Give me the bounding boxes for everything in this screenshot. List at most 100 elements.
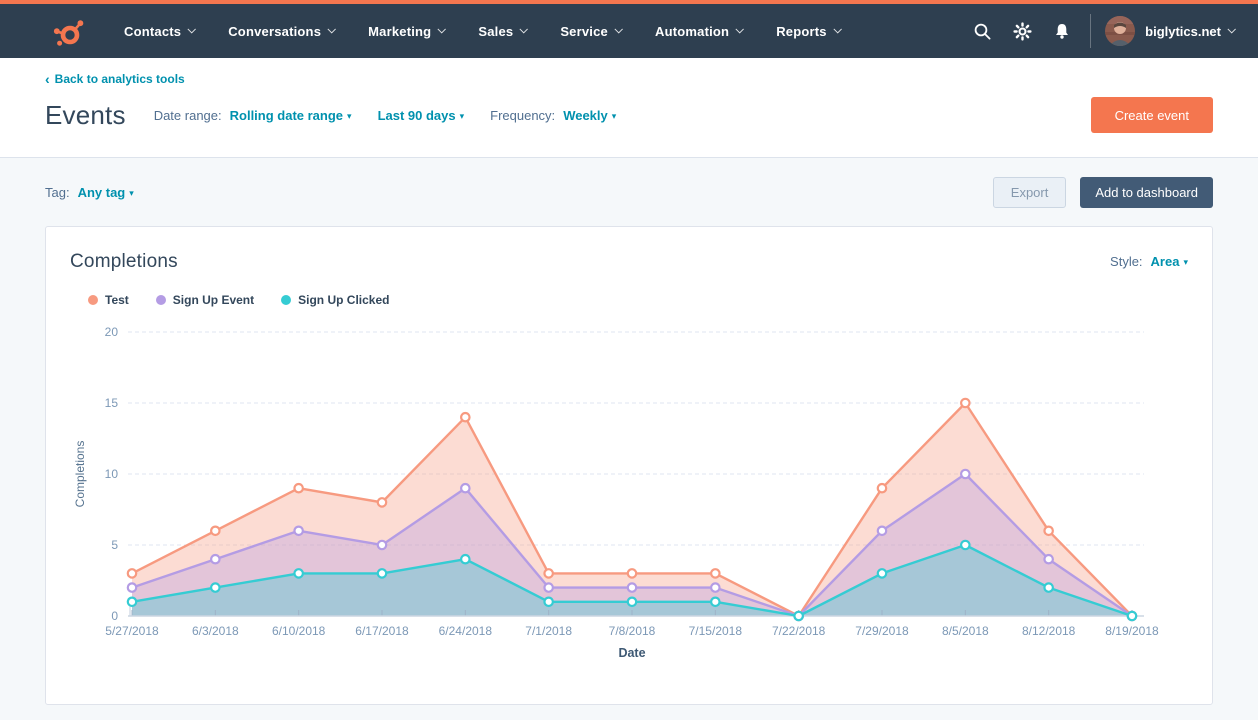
search-icon [973,22,992,41]
data-point[interactable] [878,484,886,492]
data-point[interactable] [628,583,636,591]
data-point[interactable] [211,583,219,591]
search-button[interactable] [962,11,1002,51]
data-point[interactable] [378,569,386,577]
page-title: Events [45,100,126,131]
y-axis-tick-label: 15 [105,396,119,410]
data-point[interactable] [1044,583,1052,591]
data-point[interactable] [128,598,136,606]
data-point[interactable] [711,583,719,591]
y-axis-title: Completions [73,441,87,508]
caret-down-icon: ▾ [347,111,352,121]
date-range-label: Date range: [154,108,222,123]
tag-dropdown[interactable]: Any tag▾ [78,185,134,200]
frequency-label: Frequency: [490,108,555,123]
legend-dot [281,295,291,305]
data-point[interactable] [461,484,469,492]
completions-chart-svg: 051015205/27/20186/3/20186/10/20186/17/2… [70,315,1188,667]
completions-chart[interactable]: 051015205/27/20186/3/20186/10/20186/17/2… [70,315,1188,672]
chevron-down-icon [736,25,744,33]
nav-item-automation[interactable]: Automation [655,24,742,39]
data-point[interactable] [878,569,886,577]
caret-down-icon: ▾ [612,111,617,121]
data-point[interactable] [1044,527,1052,535]
nav-item-contacts[interactable]: Contacts [124,24,194,39]
x-axis-tick-label: 5/27/2018 [105,624,159,638]
data-point[interactable] [378,541,386,549]
hubspot-logo[interactable] [48,11,88,51]
data-point[interactable] [878,527,886,535]
legend-dot [88,295,98,305]
page-header: ‹ Back to analytics tools Events Date ra… [0,58,1258,158]
add-to-dashboard-button[interactable]: Add to dashboard [1080,177,1213,208]
data-point[interactable] [1128,612,1136,620]
data-point[interactable] [711,569,719,577]
data-point[interactable] [628,598,636,606]
data-point[interactable] [544,569,552,577]
caret-down-icon: ▾ [129,188,134,198]
data-point[interactable] [961,399,969,407]
chart-toolbar: Tag: Any tag▾ Export Add to dashboard [0,158,1258,226]
bell-icon [1053,22,1071,41]
account-name: biglytics.net [1145,24,1221,39]
notifications-button[interactable] [1042,11,1082,51]
data-point[interactable] [294,527,302,535]
x-axis-tick-label: 8/5/2018 [942,624,989,638]
period-dropdown[interactable]: Last 90 days▾ [378,108,465,123]
x-axis-tick-label: 7/8/2018 [609,624,656,638]
x-axis-tick-label: 6/24/2018 [439,624,493,638]
legend-item-sign-up-clicked[interactable]: Sign Up Clicked [281,293,389,307]
x-axis-tick-label: 8/19/2018 [1105,624,1159,638]
y-axis-tick-label: 5 [111,538,118,552]
nav-item-service[interactable]: Service [560,24,621,39]
navbar-divider [1090,14,1091,48]
nav-item-conversations[interactable]: Conversations [228,24,334,39]
x-axis-tick-label: 7/29/2018 [855,624,909,638]
legend-item-test[interactable]: Test [88,293,129,307]
x-axis-tick-label: 7/15/2018 [689,624,743,638]
data-point[interactable] [544,583,552,591]
data-point[interactable] [794,612,802,620]
settings-button[interactable] [1002,11,1042,51]
nav-item-reports[interactable]: Reports [776,24,840,39]
back-chevron-icon: ‹ [45,71,50,87]
data-point[interactable] [128,583,136,591]
top-navbar: Contacts Conversations Marketing Sales S… [0,4,1258,58]
chevron-down-icon [438,25,446,33]
data-point[interactable] [628,569,636,577]
data-point[interactable] [211,555,219,563]
data-point[interactable] [294,569,302,577]
data-point[interactable] [544,598,552,606]
data-point[interactable] [961,541,969,549]
legend-dot [156,295,166,305]
export-button[interactable]: Export [993,177,1067,208]
nav-item-marketing[interactable]: Marketing [368,24,444,39]
y-axis-tick-label: 0 [111,609,118,623]
nav-item-sales[interactable]: Sales [478,24,526,39]
x-axis-tick-label: 6/3/2018 [192,624,239,638]
legend-item-sign-up-event[interactable]: Sign Up Event [156,293,254,307]
create-event-button[interactable]: Create event [1091,97,1213,133]
data-point[interactable] [294,484,302,492]
caret-down-icon: ▾ [460,111,465,121]
back-to-analytics-link[interactable]: ‹ Back to analytics tools [45,71,185,87]
chevron-down-icon [1227,25,1235,33]
data-point[interactable] [461,413,469,421]
chart-title: Completions [70,251,178,273]
date-range-dropdown[interactable]: Rolling date range▾ [230,108,352,123]
data-point[interactable] [461,555,469,563]
frequency-dropdown[interactable]: Weekly▾ [563,108,616,123]
chevron-down-icon [328,25,336,33]
x-axis-title: Date [618,646,645,660]
x-axis-tick-label: 6/10/2018 [272,624,326,638]
data-point[interactable] [378,498,386,506]
data-point[interactable] [711,598,719,606]
style-dropdown[interactable]: Area▾ [1151,254,1188,269]
data-point[interactable] [128,569,136,577]
data-point[interactable] [961,470,969,478]
style-label: Style: [1110,254,1143,269]
account-menu[interactable]: biglytics.net [1105,16,1234,46]
x-axis-tick-label: 6/17/2018 [355,624,409,638]
data-point[interactable] [1044,555,1052,563]
data-point[interactable] [211,527,219,535]
